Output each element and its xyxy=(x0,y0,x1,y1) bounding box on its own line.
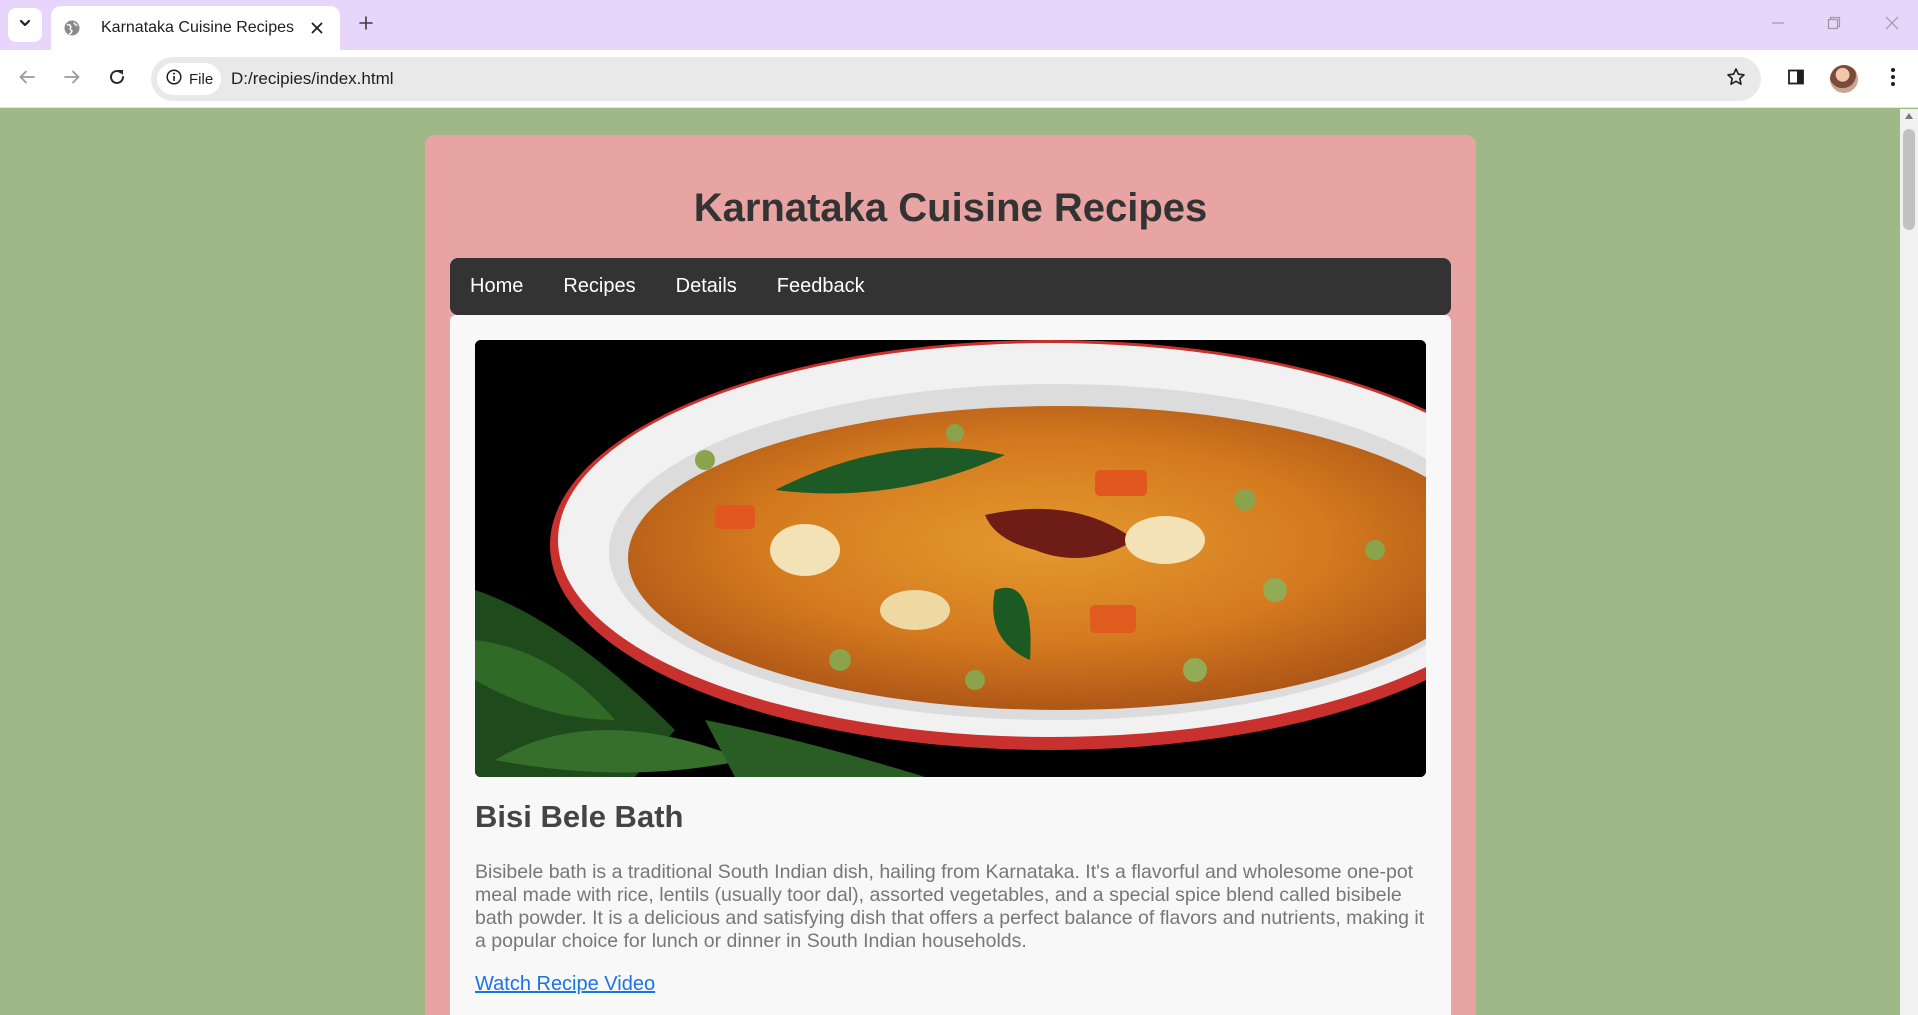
restore-button[interactable] xyxy=(1814,8,1854,42)
page-container: Karnataka Cuisine Recipes Home Recipes D… xyxy=(425,135,1476,1015)
site-info-chip[interactable]: File xyxy=(157,63,221,95)
recipe-name: Bisi Bele Bath xyxy=(475,799,684,834)
minimize-button[interactable] xyxy=(1758,8,1798,42)
globe-icon xyxy=(63,19,81,37)
browser-toolbar: File D:/recipies/index.html xyxy=(0,50,1918,108)
tab-title: Karnataka Cuisine Recipes xyxy=(101,19,294,36)
bookmark-button[interactable] xyxy=(1723,66,1749,92)
info-icon xyxy=(166,68,182,90)
window-close-button[interactable] xyxy=(1872,8,1912,42)
recipe-image xyxy=(475,340,1426,777)
side-panel-icon xyxy=(1787,68,1805,91)
reload-button[interactable] xyxy=(100,62,134,96)
page-viewport: Karnataka Cuisine Recipes Home Recipes D… xyxy=(0,109,1918,1015)
restore-icon xyxy=(1827,16,1841,35)
close-icon[interactable] xyxy=(306,17,328,39)
url-text[interactable]: D:/recipies/index.html xyxy=(231,69,394,89)
scrollbar-thumb[interactable] xyxy=(1903,129,1915,230)
nav-link-feedback[interactable]: Feedback xyxy=(777,275,865,298)
kebab-menu-icon xyxy=(1890,67,1896,92)
back-button[interactable] xyxy=(10,62,44,96)
plus-icon xyxy=(358,15,374,36)
nav-link-details[interactable]: Details xyxy=(676,275,737,298)
recipe-description: Bisibele bath is a traditional South Ind… xyxy=(475,861,1425,952)
address-bar[interactable]: File D:/recipies/index.html xyxy=(151,57,1761,101)
window-close-icon xyxy=(1885,16,1899,35)
browser-menu-button[interactable] xyxy=(1876,62,1910,96)
recipe-card: Bisi Bele Bath Bisibele bath is a tradit… xyxy=(450,315,1451,1015)
back-arrow-icon xyxy=(18,68,36,91)
tab-search-button[interactable] xyxy=(8,8,42,42)
site-navbar: Home Recipes Details Feedback xyxy=(450,258,1451,315)
nav-link-home[interactable]: Home xyxy=(470,275,523,298)
page-title: Karnataka Cuisine Recipes xyxy=(693,186,1208,230)
reload-icon xyxy=(108,68,126,91)
tab-strip: Karnataka Cuisine Recipes xyxy=(0,0,1918,50)
minimize-icon xyxy=(1771,16,1785,35)
watch-video-link[interactable]: Watch Recipe Video xyxy=(475,973,655,996)
nav-link-recipes[interactable]: Recipes xyxy=(563,275,635,298)
chevron-down-icon xyxy=(18,16,32,35)
address-chip-label: File xyxy=(189,70,214,88)
active-tab[interactable]: Karnataka Cuisine Recipes xyxy=(51,6,340,50)
forward-arrow-icon xyxy=(63,68,81,91)
vertical-scrollbar[interactable] xyxy=(1900,109,1918,1015)
profile-avatar[interactable] xyxy=(1830,65,1858,93)
scroll-up-arrow-icon[interactable] xyxy=(1905,113,1913,119)
new-tab-button[interactable] xyxy=(351,10,381,40)
side-panel-button[interactable] xyxy=(1779,62,1813,96)
star-icon xyxy=(1726,67,1746,92)
forward-button[interactable] xyxy=(55,62,89,96)
